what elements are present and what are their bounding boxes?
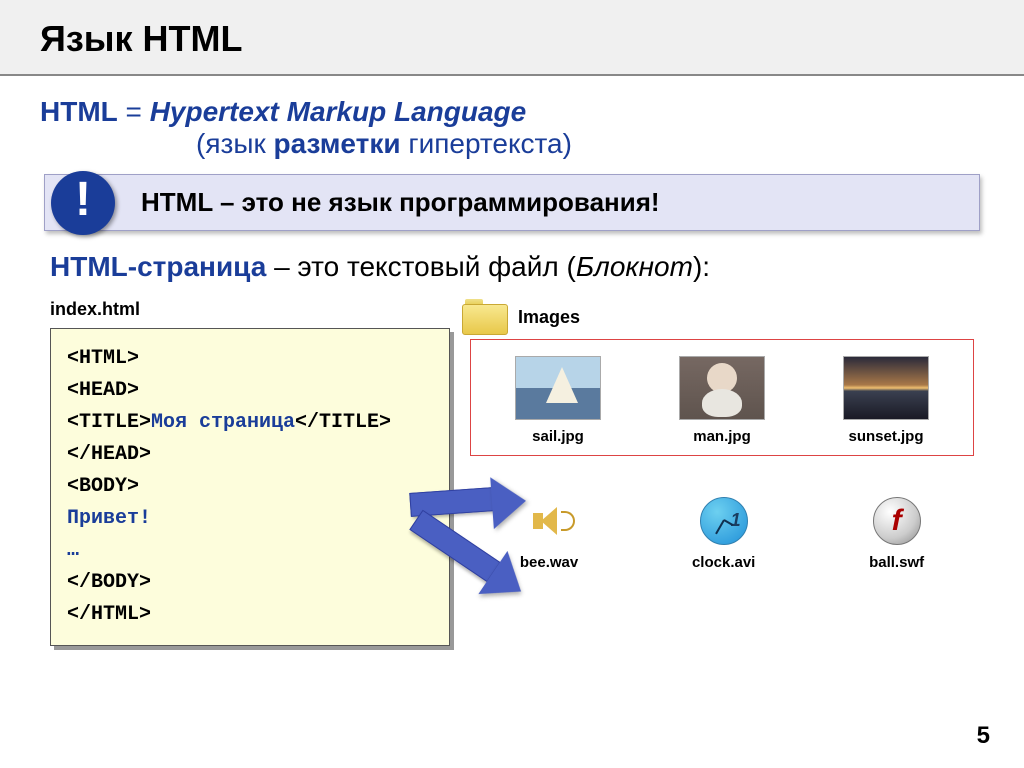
html-def-line1: HTML = Hypertext Markup Language	[40, 96, 984, 128]
warning-box: ! HTML – это не язык программирования!	[44, 174, 980, 231]
def-sub-close: гипертекста)	[401, 128, 572, 159]
code-box: <HTML> <HEAD> <TITLE>Моя страница</TITLE…	[50, 328, 450, 646]
header-bar: Язык HTML	[0, 0, 1024, 76]
def-sub-open: (язык	[196, 128, 273, 159]
page-title: Язык HTML	[40, 18, 984, 60]
media-filename: clock.avi	[692, 554, 755, 571]
image-filename: man.jpg	[693, 428, 751, 445]
assets-column: Images sail.jpg man.jpg sunset.jpg	[470, 299, 974, 571]
image-item: sunset.jpg	[843, 356, 929, 445]
code-line: </BODY>	[67, 567, 433, 599]
images-box: sail.jpg man.jpg sunset.jpg	[470, 339, 974, 456]
flash-f: f	[873, 497, 921, 545]
code-ellipsis: …	[67, 535, 433, 567]
media-item-audio: bee.wav	[520, 496, 578, 571]
code-title-text: Моя страница	[151, 411, 295, 434]
folder-header: Images	[462, 299, 974, 335]
thumbnail-sail	[515, 356, 601, 420]
media-item-video: 1 clock.avi	[692, 496, 755, 571]
media-row: bee.wav 1 clock.avi f ball.swf	[470, 496, 974, 571]
code-tag: </TITLE>	[295, 411, 391, 434]
html-page-line: HTML-страница – это текстовый файл (Блок…	[50, 251, 974, 283]
media-filename: ball.swf	[869, 554, 924, 571]
html-definition: HTML = Hypertext Markup Language (язык р…	[40, 96, 984, 160]
code-line: <HEAD>	[67, 375, 433, 407]
code-column: index.html <HTML> <HEAD> <TITLE>Моя стра…	[50, 299, 450, 646]
code-line: </HTML>	[67, 599, 433, 631]
flash-icon: f	[872, 496, 922, 546]
arrow-head-icon	[490, 475, 528, 529]
image-filename: sail.jpg	[532, 428, 584, 445]
code-body-text: Привет!	[67, 503, 433, 535]
def-sub-bold: разметки	[273, 128, 400, 159]
html-page-end: ):	[693, 251, 710, 282]
html-page-mid: – это текстовый файл (	[266, 251, 576, 282]
thumbnail-man	[679, 356, 765, 420]
speaker-icon	[524, 496, 574, 546]
html-eq: =	[118, 96, 150, 127]
clock-icon: 1	[699, 496, 749, 546]
file-name-label: index.html	[50, 299, 450, 320]
code-line: <HTML>	[67, 343, 433, 375]
image-filename: sunset.jpg	[848, 428, 923, 445]
html-def-line2: (язык разметки гипертекста)	[196, 128, 984, 160]
images-folder-label: Images	[518, 307, 580, 328]
code-tag: <TITLE>	[67, 411, 151, 434]
code-line: </HEAD>	[67, 439, 433, 471]
media-item-flash: f ball.swf	[869, 496, 924, 571]
folder-icon	[462, 299, 508, 335]
code-line: <TITLE>Моя страница</TITLE>	[67, 407, 433, 439]
html-abbr: HTML	[40, 96, 118, 127]
exclamation-mark: !	[75, 172, 91, 227]
clock-numeral: 1	[731, 510, 741, 531]
image-item: man.jpg	[679, 356, 765, 445]
exclamation-icon: !	[51, 171, 115, 235]
html-page-notepad: Блокнот	[576, 251, 693, 282]
code-line: <BODY>	[67, 471, 433, 503]
page-number: 5	[977, 722, 990, 750]
image-item: sail.jpg	[515, 356, 601, 445]
thumbnail-sunset	[843, 356, 929, 420]
warning-text: HTML – это не язык программирования!	[141, 187, 967, 218]
html-page-label: HTML-страница	[50, 251, 266, 282]
html-full: Hypertext Markup Language	[150, 96, 527, 127]
